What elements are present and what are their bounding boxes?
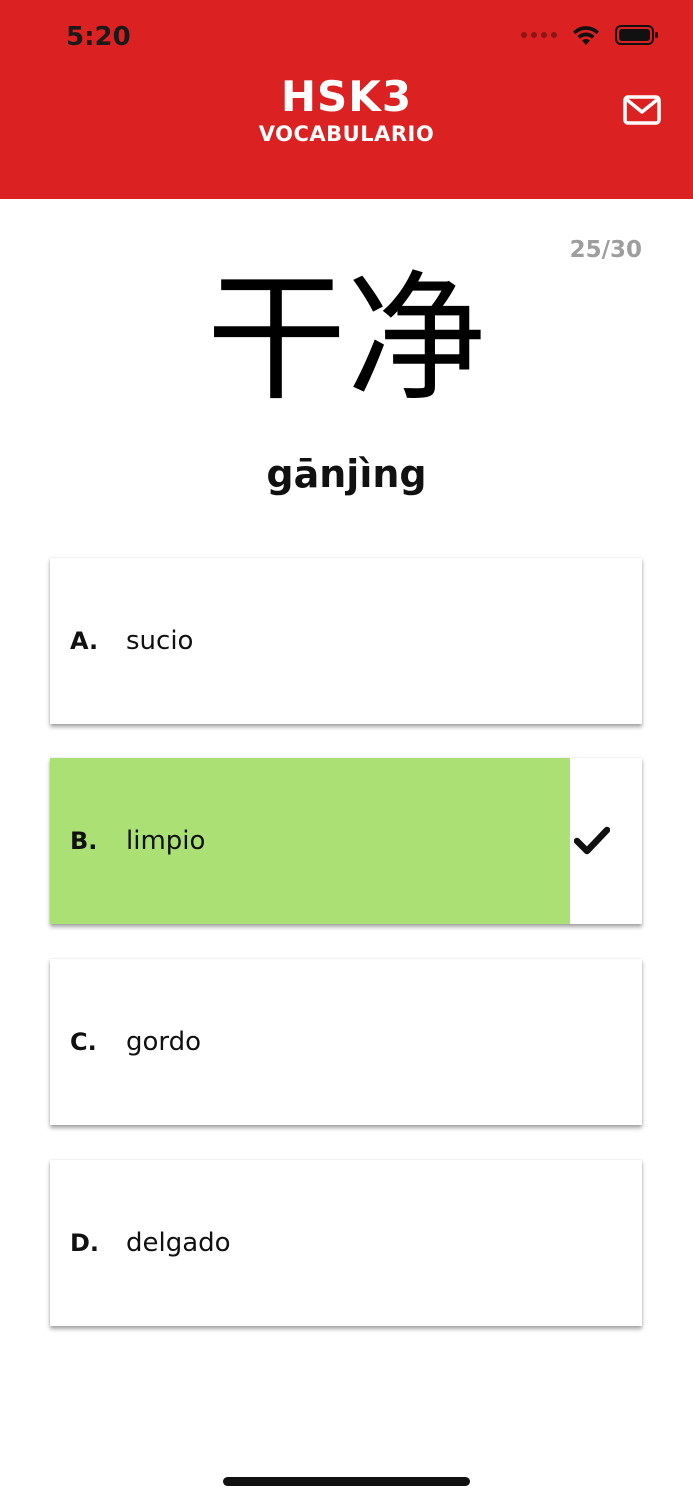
answer-option-b[interactable]: B. limpio [50, 758, 642, 924]
app-screen: 5:20 HSK3 VOCABULARIO 25/30 干净 gānjìng A… [0, 0, 693, 1500]
header-bar: 5:20 HSK3 VOCABULARIO [0, 0, 693, 199]
mail-icon[interactable] [623, 95, 661, 125]
option-letter: C. [70, 1028, 97, 1056]
pinyin-reading: gānjìng [266, 452, 427, 496]
wifi-icon [571, 24, 601, 46]
status-time: 5:20 [66, 22, 131, 52]
option-letter: A. [70, 627, 99, 655]
option-text: sucio [126, 626, 194, 656]
cellular-signal-icon [521, 32, 557, 38]
hanzi-word: 干净 [206, 258, 487, 421]
option-text: delgado [126, 1228, 231, 1258]
app-subtitle: VOCABULARIO [258, 122, 435, 146]
option-text: limpio [126, 826, 206, 856]
option-text: gordo [126, 1027, 202, 1057]
answer-option-c[interactable]: C. gordo [50, 959, 642, 1125]
app-title: HSK3 [280, 72, 413, 121]
answer-option-d[interactable]: D. delgado [50, 1160, 642, 1326]
status-icons [521, 24, 659, 46]
option-letter: D. [70, 1229, 100, 1257]
battery-icon [615, 24, 659, 46]
home-indicator[interactable] [223, 1477, 470, 1486]
checkmark-icon [573, 826, 611, 856]
option-letter: B. [70, 827, 98, 855]
answer-option-a[interactable]: A. sucio [50, 558, 642, 724]
